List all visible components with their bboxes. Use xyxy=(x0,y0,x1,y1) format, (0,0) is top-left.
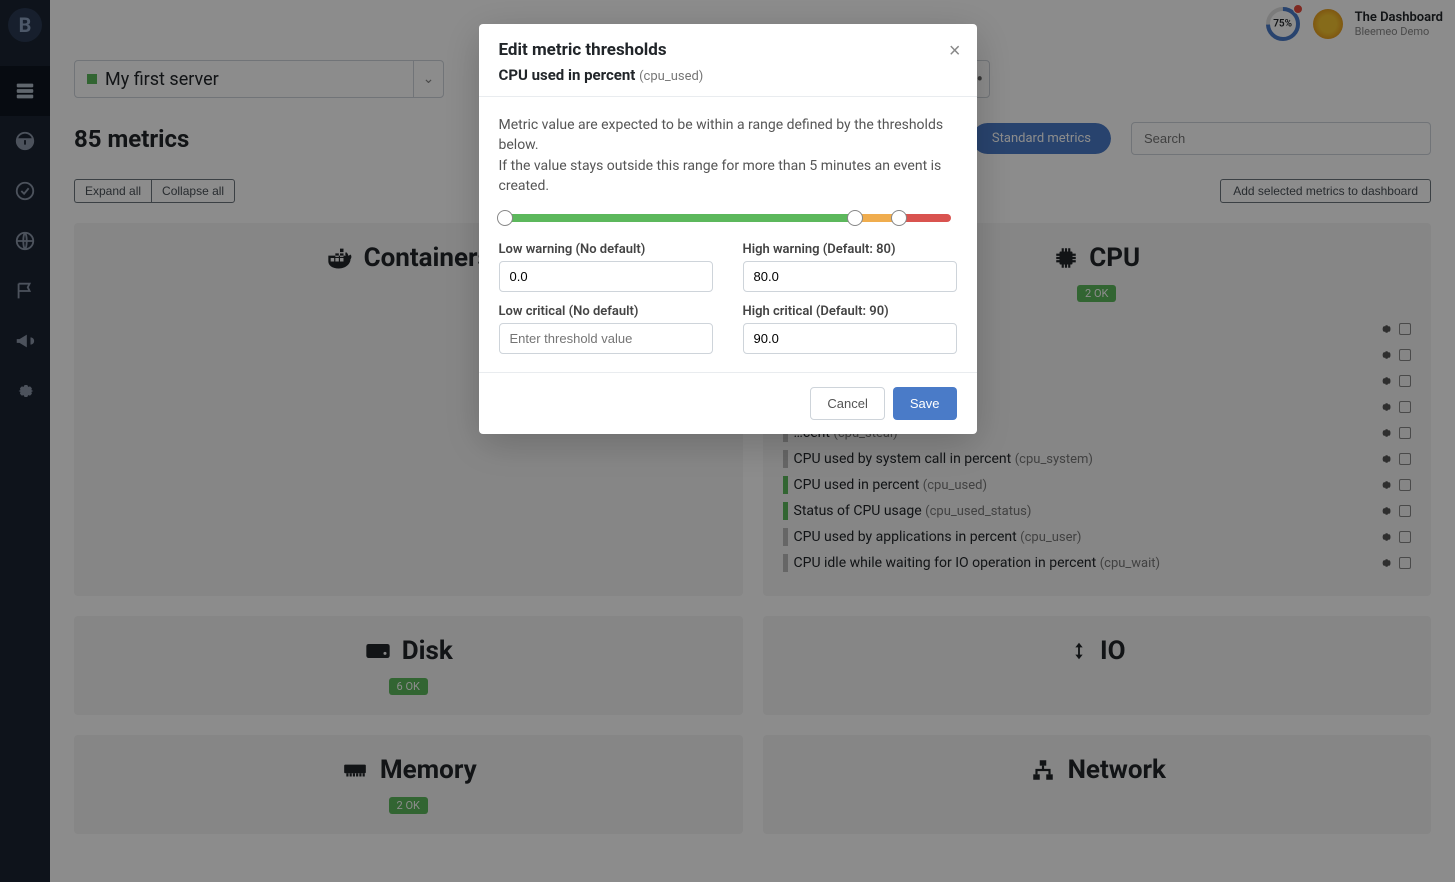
slider-handle-critical[interactable] xyxy=(891,210,907,226)
modal-desc-1: Metric value are expected to be within a… xyxy=(499,117,944,153)
slider-handle-low[interactable] xyxy=(497,210,513,226)
edit-thresholds-modal: Edit metric thresholds CPU used in perce… xyxy=(479,24,977,434)
modal-metric-name: CPU used in percent xyxy=(499,66,636,84)
low-critical-input[interactable] xyxy=(499,323,713,354)
high-critical-label: High critical (Default: 90) xyxy=(743,304,957,319)
modal-desc-2: If the value stays outside this range fo… xyxy=(499,158,942,194)
modal-metric-code: (cpu_used) xyxy=(639,69,703,84)
close-button[interactable]: × xyxy=(949,40,961,63)
modal-overlay: Edit metric thresholds CPU used in perce… xyxy=(0,0,1455,882)
low-warning-input[interactable] xyxy=(499,261,713,292)
low-critical-label: Low critical (No default) xyxy=(499,304,713,319)
save-button[interactable]: Save xyxy=(893,387,957,420)
cancel-button[interactable]: Cancel xyxy=(810,387,884,420)
high-warning-input[interactable] xyxy=(743,261,957,292)
modal-title: Edit metric thresholds xyxy=(499,40,957,60)
low-warning-label: Low warning (No default) xyxy=(499,242,713,257)
high-critical-input[interactable] xyxy=(743,323,957,354)
slider-handle-warning[interactable] xyxy=(847,210,863,226)
threshold-slider[interactable] xyxy=(505,214,951,222)
high-warning-label: High warning (Default: 80) xyxy=(743,242,957,257)
